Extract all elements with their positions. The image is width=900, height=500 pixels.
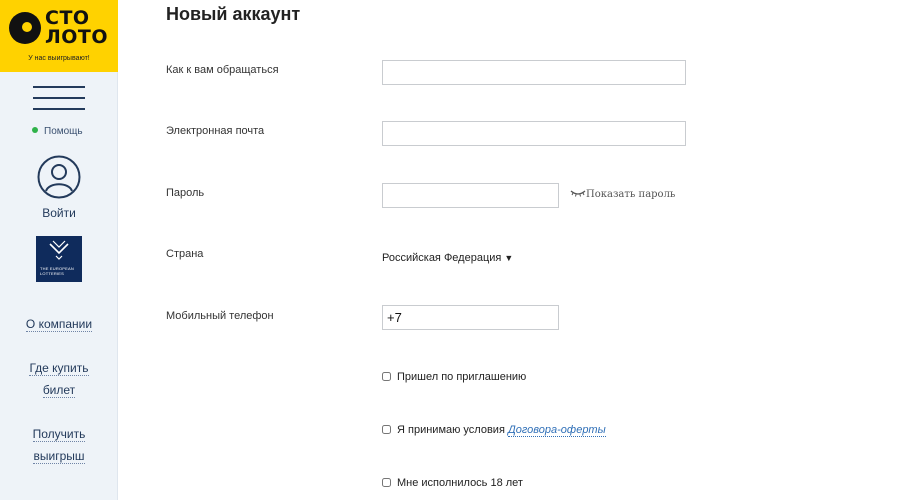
terms-checkbox-label: Я принимаю условия — [397, 424, 505, 436]
email-label: Электронная почта — [166, 125, 265, 137]
country-value: Российская Федерация — [382, 252, 502, 264]
european-lotteries-emblem-icon — [49, 240, 69, 260]
european-lotteries-text: THE EUROPEAN LOTTERIES — [40, 266, 74, 276]
logo-tagline: У нас выигрывают! — [28, 55, 90, 62]
sidebar-link-where-to-buy-line2: билет — [42, 383, 76, 398]
logo-mark-icon — [9, 12, 41, 44]
country-label: Страна — [166, 248, 204, 260]
caret-down-icon: ▼ — [504, 253, 514, 263]
show-password-label: Показать пароль — [586, 189, 676, 200]
logo-line-2: ЛОТО — [45, 26, 109, 48]
terms-checkbox-row[interactable]: Я принимаю условия Договора-оферты — [382, 424, 606, 437]
password-input[interactable] — [382, 183, 559, 208]
sidebar-link-get-prize-line1: Получить — [32, 427, 86, 442]
phone-input[interactable] — [382, 305, 559, 330]
sidebar-link-about[interactable]: О компании — [0, 313, 118, 335]
help-link[interactable]: Помощь — [32, 126, 83, 137]
invite-checkbox-row[interactable]: Пришел по приглашению — [382, 371, 526, 383]
invite-checkbox-label: Пришел по приглашению — [397, 371, 527, 383]
page-title: Новый аккаунт — [166, 4, 301, 24]
menu-icon[interactable] — [33, 86, 85, 112]
country-select[interactable]: Российская Федерация ▼ — [382, 252, 513, 264]
email-input[interactable] — [382, 121, 686, 146]
name-label: Как к вам обращаться — [166, 64, 279, 76]
invite-checkbox[interactable] — [382, 372, 391, 381]
sidebar-link-get-prize-line2: выигрыш — [33, 449, 85, 464]
login-link[interactable]: Войти — [0, 206, 118, 220]
registration-form: Новый аккаунт Как к вам обращаться Элект… — [118, 0, 900, 500]
status-dot-icon — [32, 127, 38, 133]
offer-contract-link[interactable]: Договора-оферты — [507, 424, 606, 437]
phone-label: Мобильный телефон — [166, 310, 274, 322]
user-icon[interactable] — [37, 155, 81, 199]
sidebar-link-where-to-buy-line1: Где купить — [29, 361, 89, 376]
eye-icon — [570, 190, 586, 197]
logo-text: СТО ЛОТО — [45, 9, 108, 47]
name-input[interactable] — [382, 60, 686, 85]
help-label: Помощь — [44, 126, 83, 137]
sidebar-link-about-label: О компании — [25, 317, 93, 332]
stoloto-logo[interactable]: СТО ЛОТО У нас выигрывают! — [0, 0, 118, 72]
age-checkbox[interactable] — [382, 478, 391, 487]
age-checkbox-row[interactable]: Мне исполнилось 18 лет — [382, 477, 523, 489]
sidebar-link-get-prize[interactable]: Получить выигрыш — [0, 423, 118, 467]
age-checkbox-label: Мне исполнилось 18 лет — [397, 477, 523, 489]
sidebar-link-where-to-buy[interactable]: Где купить билет — [0, 357, 118, 401]
password-label: Пароль — [166, 187, 205, 199]
european-lotteries-logo: THE EUROPEAN LOTTERIES — [36, 236, 82, 282]
show-password-toggle[interactable]: Показать пароль — [570, 189, 675, 200]
terms-checkbox[interactable] — [382, 425, 391, 434]
sidebar: СТО ЛОТО У нас выигрывают! Помощь Войти … — [0, 0, 118, 500]
